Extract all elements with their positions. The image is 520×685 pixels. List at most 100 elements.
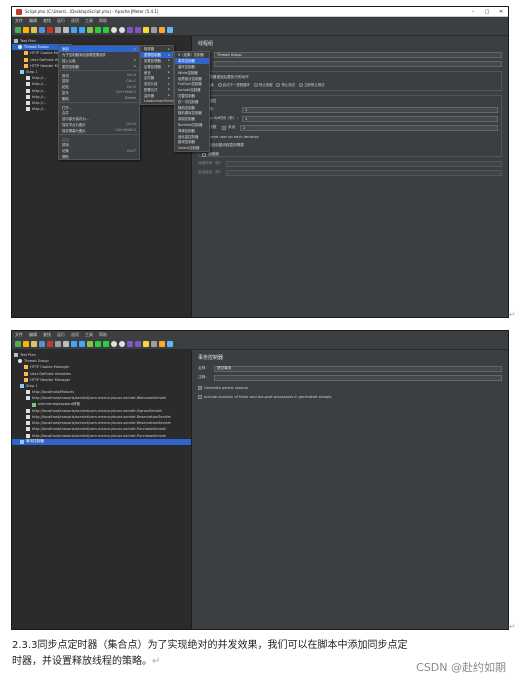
radio-next-loop[interactable]: 启动下一进程循环 (217, 82, 250, 87)
start-icon[interactable] (95, 27, 101, 33)
clear-all-icon[interactable] (135, 27, 141, 33)
function-helper-icon[interactable] (159, 27, 165, 33)
open-icon[interactable] (31, 341, 37, 347)
toggle-icon[interactable] (87, 27, 93, 33)
save-icon[interactable] (39, 341, 45, 347)
logic-menu-item[interactable]: If（如果）控制器 (175, 52, 209, 58)
expand-icon[interactable] (71, 341, 77, 347)
function-helper-icon[interactable] (159, 341, 165, 347)
menu-edit[interactable]: 编辑 (29, 18, 37, 24)
menu-item-label: 后置处理器 (144, 64, 161, 69)
minimize-icon[interactable]: – (466, 9, 480, 15)
menu-item-label: 插入父级 (62, 58, 76, 63)
save-icon[interactable] (39, 27, 45, 33)
thread-group-icon (18, 45, 22, 50)
add-menu-item[interactable]: Loadrunner.Purchase (141, 98, 180, 104)
menu-tools[interactable]: 工具 (85, 18, 93, 24)
threads-field[interactable]: 1 (242, 106, 498, 113)
duration-field[interactable] (226, 160, 502, 167)
menu-run[interactable]: 运行 (57, 18, 65, 24)
menu-search[interactable]: 查找 (43, 332, 51, 338)
startup-delay-field[interactable] (226, 169, 502, 176)
templates-icon[interactable] (23, 341, 29, 347)
new-icon[interactable] (15, 27, 21, 33)
radio-stop-thread[interactable]: 停止线程 (253, 82, 272, 87)
copy-icon[interactable] (55, 341, 61, 347)
transaction-controller-panel: 事务控制器 名称： 提交事务 注释： ✓ Generate parent sampl… (192, 350, 508, 629)
paste-icon[interactable] (63, 27, 69, 33)
new-icon[interactable] (15, 341, 21, 347)
menu-file[interactable]: 文件 (15, 332, 23, 338)
submenu-arrow-icon: ▸ (168, 87, 170, 92)
menu-item-label: ForEach控制器 (178, 82, 202, 87)
menu-run[interactable]: 运行 (57, 332, 65, 338)
radio-stop-test-now[interactable]: 立即停止测试 (299, 82, 324, 87)
stop-icon[interactable] (111, 27, 117, 33)
help-icon[interactable] (167, 341, 173, 347)
toggle-icon[interactable] (87, 341, 93, 347)
shutdown-icon[interactable] (119, 27, 125, 33)
shutdown-icon[interactable] (119, 341, 125, 347)
menu-item-label: 模块控制器 (178, 140, 195, 145)
csdn-watermark: CSDN @赴约如期 (416, 661, 506, 674)
thread-props-section: 线程属性 线程数：1 Ramp-Up时间（秒）：1 循环次数永远1 ✓Same … (198, 95, 502, 157)
search-icon[interactable] (143, 27, 149, 33)
name-field[interactable]: 提交事务 (214, 365, 502, 372)
menu-edit[interactable]: 编辑 (29, 332, 37, 338)
reset-search-icon[interactable] (151, 341, 157, 347)
menu-search[interactable]: 查找 (43, 18, 51, 24)
menu-file[interactable]: 文件 (15, 18, 23, 24)
ctx-menu-item[interactable]: 删除 Delete (59, 95, 139, 101)
loop-forever-checkbox[interactable] (222, 125, 226, 130)
maximize-icon[interactable]: □ (480, 9, 494, 15)
collapse-icon[interactable] (79, 27, 85, 33)
clear-icon[interactable] (127, 341, 133, 347)
menu-options[interactable]: 选项 (71, 332, 79, 338)
search-icon[interactable] (143, 341, 149, 347)
ctx-menu-item[interactable]: 更改控制器 ▸ (59, 63, 139, 69)
menu-options[interactable]: 选项 (71, 18, 79, 24)
folder-icon (20, 384, 24, 389)
menu-item-label: Runtime控制器 (178, 122, 203, 127)
comment-field[interactable] (214, 374, 502, 381)
include-duration-checkbox[interactable] (198, 394, 202, 399)
menu-separator (59, 70, 139, 72)
paste-icon[interactable] (63, 341, 69, 347)
tree-node-transaction-controller[interactable]: 事务控制器 (12, 438, 191, 445)
cut-icon[interactable] (47, 341, 53, 347)
ctx-menu-item[interactable]: 保存屏幕为图片 Ctrl+Shift-G (59, 127, 139, 133)
pipette-icon (26, 88, 30, 93)
collapse-icon[interactable] (79, 341, 85, 347)
menu-item-label: 删除 (62, 96, 69, 101)
menu-help[interactable]: 帮助 (99, 18, 107, 24)
generate-parent-checkbox[interactable]: ✓ (198, 385, 202, 390)
help-icon[interactable] (167, 27, 173, 33)
clear-icon[interactable] (127, 27, 133, 33)
logic-menu-item[interactable]: Switch控制器 (175, 145, 209, 151)
menu-bar: 文件 编辑 查找 运行 选项 工具 帮助 (12, 331, 508, 339)
menu-help[interactable]: 帮助 (99, 332, 107, 338)
scheduler-checkbox[interactable] (202, 152, 206, 157)
copy-icon[interactable] (55, 27, 61, 33)
ctx-menu-item[interactable]: 帮助 (59, 154, 139, 160)
panel-title: 事务控制器 (198, 355, 224, 361)
toolbar (12, 25, 508, 36)
close-icon[interactable]: ✕ (494, 9, 508, 15)
radio-stop-test[interactable]: 停止测试 (276, 82, 295, 87)
templates-icon[interactable] (23, 27, 29, 33)
menu-tools[interactable]: 工具 (85, 332, 93, 338)
cut-icon[interactable] (47, 27, 53, 33)
clear-all-icon[interactable] (135, 341, 141, 347)
menu-item-label: 打开... (62, 105, 73, 110)
start-icon[interactable] (95, 341, 101, 347)
start-no-pause-icon[interactable] (103, 341, 109, 347)
rampup-field[interactable]: 1 (242, 115, 498, 122)
expand-icon[interactable] (71, 27, 77, 33)
stop-icon[interactable] (111, 341, 117, 347)
loop-field[interactable]: 1 (240, 124, 498, 131)
name-field[interactable]: Thread Group (214, 51, 502, 58)
open-icon[interactable] (31, 27, 37, 33)
reset-search-icon[interactable] (151, 27, 157, 33)
start-no-pause-icon[interactable] (103, 27, 109, 33)
comment-field[interactable] (214, 60, 502, 67)
